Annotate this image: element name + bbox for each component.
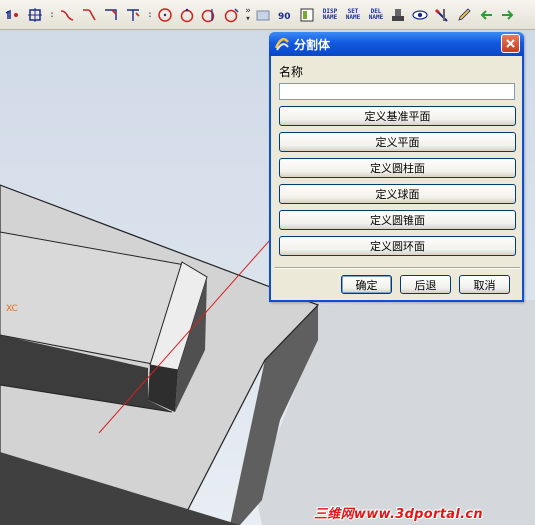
define-datum-plane-button[interactable]: 定义基准平面 — [279, 106, 516, 126]
trim-icon[interactable] — [124, 6, 142, 24]
circle-center-icon[interactable] — [156, 6, 174, 24]
dialog-divider — [275, 267, 520, 269]
split-window-icon[interactable] — [298, 6, 316, 24]
dialog-titlebar[interactable]: 分割体 — [269, 32, 524, 56]
set-name-button[interactable]: SET NAME — [343, 8, 363, 21]
toolbar-grip: : — [49, 9, 55, 20]
cancel-button[interactable]: 取消 — [459, 275, 510, 294]
pencil-icon[interactable] — [455, 6, 473, 24]
define-torus-button[interactable]: 定义圆环面 — [279, 236, 516, 256]
disp-name-button[interactable]: DISP NAME — [320, 8, 340, 21]
circle-arc-icon[interactable] — [222, 6, 240, 24]
main-toolbar: : : » ▾ 90 DISP NAME SET NAME DEL NAME — [0, 0, 535, 30]
toolbar-grip: : — [147, 9, 153, 20]
eye-icon[interactable] — [411, 6, 429, 24]
ok-button[interactable]: 确定 — [341, 275, 392, 294]
app-icon — [274, 37, 289, 51]
xc-axis-label: XC — [6, 304, 18, 314]
svg-text:90: 90 — [278, 12, 291, 22]
circle-tangent-icon[interactable] — [200, 6, 218, 24]
name-input[interactable] — [279, 83, 515, 100]
curve-icon[interactable] — [58, 6, 76, 24]
stamp-icon[interactable] — [389, 6, 407, 24]
close-icon — [506, 39, 515, 48]
dialog-title: 分割体 — [294, 37, 331, 52]
name-label: 名称 — [279, 65, 304, 79]
point-icon[interactable] — [4, 6, 22, 24]
forward-arrow-icon[interactable] — [499, 6, 517, 24]
chamfer-icon[interactable] — [102, 6, 120, 24]
tools-icon[interactable] — [433, 6, 451, 24]
define-sphere-button[interactable]: 定义球面 — [279, 184, 516, 204]
watermark: 三维网www.3dportal.cn — [314, 507, 483, 522]
del-name-button[interactable]: DEL NAME — [366, 8, 386, 21]
define-cone-button[interactable]: 定义圆锥面 — [279, 210, 516, 230]
layer-icon[interactable] — [254, 6, 272, 24]
circle-point-icon[interactable] — [178, 6, 196, 24]
rotate-90-icon[interactable]: 90 — [276, 6, 294, 24]
back-button[interactable]: 后退 — [400, 275, 451, 294]
back-arrow-icon[interactable] — [477, 6, 495, 24]
close-button[interactable] — [501, 34, 520, 53]
split-body-dialog: 分割体 名称 定义基准平面 定义平面 定义圆柱面 定义球面 定义圆锥面 定义圆环… — [269, 32, 524, 302]
define-plane-button[interactable]: 定义平面 — [279, 132, 516, 152]
transform-icon[interactable] — [26, 6, 44, 24]
fillet-curve-icon[interactable] — [80, 6, 98, 24]
toolbar-overflow[interactable]: » ▾ — [245, 4, 251, 26]
define-cylinder-button[interactable]: 定义圆柱面 — [279, 158, 516, 178]
